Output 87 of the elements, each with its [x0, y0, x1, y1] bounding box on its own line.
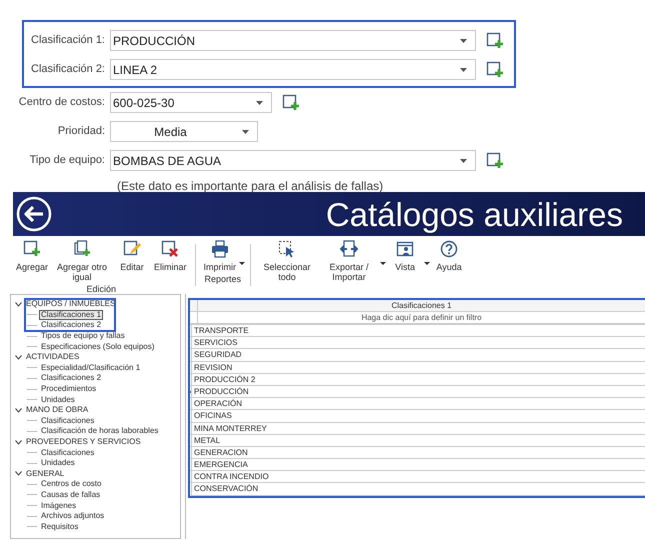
tree-item[interactable]: Procedimientos [39, 384, 98, 394]
window-person-icon [396, 240, 414, 258]
tree-item[interactable]: Centros de costo [39, 479, 104, 490]
tree-item[interactable]: Archivos adjuntos [39, 511, 106, 522]
hint-text: (Este dato es importante para el análisis de fallas) [117, 178, 384, 195]
tree-item[interactable]: GENERAL [26, 468, 64, 479]
toolbar-button[interactable]: Seleccionar todo [256, 240, 318, 282]
table-cell-text: MINA MONTERREY [193, 422, 268, 434]
table-cell-text: CONSERVACIÓN [193, 483, 260, 495]
dropdown-field[interactable]: LINEA 2 [110, 59, 476, 80]
tree-item[interactable]: Especialidad/Clasificación 1 [39, 362, 142, 373]
table-cell-text: PRODUCCIÓN [193, 386, 250, 398]
field-label: Clasificación 1: [30, 33, 106, 48]
tree-item[interactable]: Clasificaciones [39, 448, 96, 458]
tree-item[interactable]: Clasificaciones 2 [39, 373, 104, 384]
table-cell-text: OPERACIÓN [193, 398, 244, 410]
tree-item[interactable]: Clasificaciones 1 [39, 310, 104, 320]
table-cell-text: CONTRA INCENDIO [193, 471, 270, 482]
tree-item[interactable]: PROVEEDORES Y SERVICIOS [26, 437, 141, 448]
back-icon[interactable] [16, 196, 52, 232]
table-cell-text: SEGURIDAD [193, 349, 243, 361]
tree-item[interactable]: MANO DE OBRA [26, 405, 88, 416]
table-cell-text: PRODUCCIÓN 2 [193, 374, 256, 385]
toolbar-button[interactable]: Agregar [13, 240, 52, 272]
tree-item[interactable]: Clasificación de horas laborables [39, 426, 160, 436]
pencil-icon [123, 240, 142, 258]
table-cell-text: REVISION [193, 362, 234, 373]
chevron-icon[interactable] [15, 471, 22, 476]
add-icon[interactable] [486, 32, 503, 49]
field-label: Centro de costos: [18, 95, 106, 110]
toolbar-button[interactable]: Agregar otro igual [51, 240, 114, 282]
printer-icon [210, 240, 229, 258]
dropdown-field[interactable]: Media [110, 121, 258, 142]
chevron-icon[interactable] [15, 440, 22, 445]
tree-item[interactable]: Especificaciones (Solo equipos) [39, 342, 156, 352]
dropdown-field[interactable]: 600-025-30 [110, 92, 272, 113]
page-title: Catálogos auxiliares [326, 198, 623, 230]
table-cell-text: METAL [193, 434, 222, 446]
caret-icon [460, 38, 467, 42]
document-arrows-icon [340, 240, 358, 258]
caret-icon [242, 130, 249, 134]
delete-icon [161, 240, 180, 258]
group-label: Reportes [204, 273, 242, 286]
caret-icon [460, 68, 467, 72]
add-icon [23, 240, 42, 258]
tree-item[interactable]: Unidades [39, 458, 77, 468]
table-cell-text: GENERACION [193, 446, 249, 458]
dropdown-field[interactable]: PRODUCCIÓN [110, 30, 476, 51]
add-icon[interactable] [486, 61, 503, 78]
group-label: Edición [86, 283, 116, 296]
tree-item[interactable]: Imágenes [39, 500, 78, 511]
help-icon [440, 240, 458, 258]
cursor-selection-icon [278, 240, 296, 258]
chevron-icon[interactable] [15, 354, 22, 360]
add-icon[interactable] [282, 94, 299, 111]
toolbar-button[interactable]: Imprimir [200, 240, 240, 272]
tree-item[interactable]: EQUIPOS / INMUEBLES [26, 299, 116, 310]
add-icon[interactable] [486, 152, 503, 169]
caret-icon [256, 100, 263, 104]
filter-row[interactable]: Haga dic aquí para definir un filtro [198, 312, 645, 323]
field-label: Prioridad: [56, 124, 106, 140]
caret-icon[interactable] [424, 262, 430, 265]
copy-add-icon [73, 240, 92, 258]
table-cell-text: EMERGENCIA [193, 459, 249, 470]
tree-item[interactable]: Clasificaciones 2 [39, 320, 104, 330]
chevron-icon[interactable] [15, 302, 22, 307]
field-label: Tipo de equipo: [28, 153, 106, 168]
table-cell-text: SERVICIOS [193, 337, 238, 348]
caret-icon[interactable] [239, 262, 246, 265]
tree-item[interactable]: Tipos de equipo y fallas [39, 331, 127, 342]
field-label: Clasificación 2: [30, 62, 106, 78]
table-cell-text: TRANSPORTE [193, 325, 250, 336]
toolbar-button[interactable]: Ayuda [430, 240, 468, 272]
toolbar-button[interactable]: Eliminar [151, 240, 190, 272]
toolbar-button[interactable]: Exportar / Importar [318, 240, 380, 282]
tree-item[interactable]: Causas de fallas [39, 490, 102, 500]
toolbar-button[interactable]: Vista [386, 240, 424, 272]
caret-icon[interactable] [380, 262, 386, 265]
caret-icon [460, 158, 467, 162]
tree-item[interactable]: Clasificaciones [39, 416, 96, 426]
toolbar-button[interactable]: Editar [113, 240, 152, 272]
tree-item[interactable]: Requisitos [39, 522, 80, 532]
chevron-icon[interactable] [15, 408, 22, 413]
tree-item[interactable]: Unidades [39, 394, 77, 405]
dropdown-field[interactable]: BOMBAS DE AGUA [110, 150, 476, 171]
tree-item[interactable]: ACTIVIDADES [26, 352, 80, 362]
table-cell-text: OFICINAS [193, 410, 233, 422]
